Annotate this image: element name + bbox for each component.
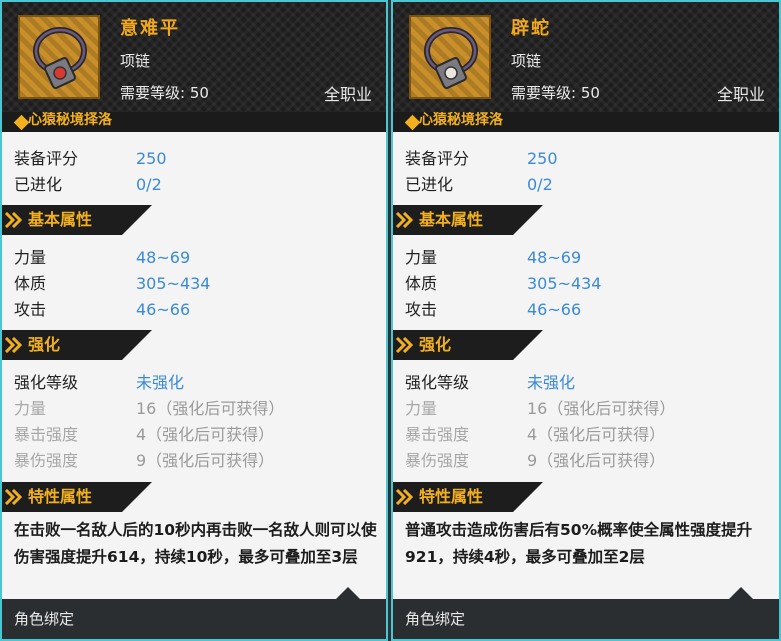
bind-status: 角色绑定 — [405, 610, 466, 628]
evolve-value: 0/2 — [136, 175, 162, 194]
stat-label: 暴伤强度 — [14, 451, 79, 470]
evolve-value: 0/2 — [527, 175, 553, 194]
chevron-right-icon — [4, 337, 22, 353]
enhance-level-label: 强化等级 — [14, 373, 79, 392]
chevron-right-icon — [395, 337, 413, 353]
stat-value: 4（强化后可获得） — [527, 425, 666, 444]
stat-value: 46~66 — [527, 300, 582, 319]
basic-attributes-header: 基本属性 — [2, 205, 152, 235]
score-value: 250 — [527, 149, 558, 168]
stat-value: 305~434 — [136, 274, 211, 293]
trait-header: 特性属性 — [2, 482, 152, 512]
stat-value: 9（强化后可获得） — [136, 451, 275, 470]
chevron-right-icon — [4, 212, 22, 228]
necklace-icon — [424, 27, 478, 89]
stat-value: 4（强化后可获得） — [136, 425, 275, 444]
stat-label: 力量 — [14, 399, 47, 418]
item-tooltip-card-1: 意难平 项链 需要等级: 50 全职业 心猿秘境择洛 装备评分 250 已进化 … — [0, 0, 388, 641]
item-type: 项链 — [511, 52, 542, 70]
evolve-label: 已进化 — [405, 175, 454, 194]
stat-label: 力量 — [405, 248, 438, 267]
section-title: 基本属性 — [28, 210, 93, 229]
stat-label: 攻击 — [405, 300, 438, 319]
evolve-label: 已进化 — [14, 175, 63, 194]
score-value: 250 — [136, 149, 167, 168]
set-name: 心猿秘境择洛 — [419, 112, 503, 128]
required-level: 需要等级: 50 — [120, 84, 209, 102]
trait-header: 特性属性 — [393, 482, 543, 512]
stat-label: 力量 — [14, 248, 47, 267]
chevron-right-icon — [4, 489, 22, 505]
enhance-level-value: 未强化 — [136, 373, 185, 392]
stat-value: 48~69 — [136, 248, 191, 267]
section-title: 强化 — [419, 335, 452, 354]
tooltip-header: 意难平 项链 需要等级: 50 全职业 — [2, 2, 386, 112]
section-title: 特性属性 — [419, 487, 484, 506]
section-title: 特性属性 — [28, 487, 93, 506]
stat-value: 305~434 — [527, 274, 602, 293]
class-restriction: 全职业 — [323, 85, 372, 104]
enhance-header: 强化 — [393, 330, 543, 360]
tooltip-footer: 角色绑定 — [393, 587, 779, 639]
enhance-header: 强化 — [2, 330, 152, 360]
item-name: 意难平 — [120, 18, 180, 39]
required-level: 需要等级: 50 — [511, 84, 600, 102]
diamond-icon — [13, 114, 30, 131]
tooltip-header: 辟蛇 项链 需要等级: 50 全职业 — [393, 2, 779, 112]
item-icon-slot[interactable] — [409, 15, 491, 99]
score-label: 装备评分 — [405, 149, 470, 168]
score-label: 装备评分 — [14, 149, 79, 168]
chevron-right-icon — [395, 212, 413, 228]
item-type: 项链 — [120, 52, 151, 70]
section-title: 基本属性 — [419, 210, 484, 229]
stat-label: 暴击强度 — [14, 425, 79, 444]
trait-description: 普通攻击造成伤害后有50%概率使全属性强度提升921，持续4秒，最多可叠加至2层 — [405, 521, 753, 566]
enhance-level-value: 未强化 — [527, 373, 576, 392]
item-name: 辟蛇 — [511, 18, 551, 39]
stat-label: 力量 — [405, 399, 438, 418]
stat-label: 体质 — [14, 274, 47, 293]
set-name-bar: 心猿秘境择洛 — [393, 112, 779, 132]
stat-value: 16（强化后可获得） — [527, 399, 676, 418]
item-icon-slot[interactable] — [18, 15, 100, 99]
stat-value: 9（强化后可获得） — [527, 451, 666, 470]
class-restriction: 全职业 — [716, 85, 765, 104]
stat-value: 48~69 — [527, 248, 582, 267]
enhance-level-label: 强化等级 — [405, 373, 470, 392]
basic-attributes-header: 基本属性 — [393, 205, 543, 235]
diamond-icon — [404, 114, 421, 131]
trait-description: 在击败一名敌人后的10秒内再击败一名敌人则可以使伤害强度提升614，持续10秒，… — [14, 521, 377, 566]
item-tooltip-card-2: 辟蛇 项链 需要等级: 50 全职业 心猿秘境择洛 装备评分 250 已进化 0… — [391, 0, 781, 641]
stat-label: 暴伤强度 — [405, 451, 470, 470]
set-name-bar: 心猿秘境择洛 — [2, 112, 386, 132]
stat-label: 体质 — [405, 274, 438, 293]
stat-label: 暴击强度 — [405, 425, 470, 444]
stat-value: 16（强化后可获得） — [136, 399, 285, 418]
chevron-right-icon — [395, 489, 413, 505]
stat-value: 46~66 — [136, 300, 191, 319]
section-title: 强化 — [28, 335, 61, 354]
bind-status: 角色绑定 — [14, 610, 75, 628]
necklace-icon — [33, 27, 87, 89]
tooltip-footer: 角色绑定 — [2, 587, 386, 639]
stat-label: 攻击 — [14, 300, 47, 319]
set-name: 心猿秘境择洛 — [28, 112, 112, 128]
